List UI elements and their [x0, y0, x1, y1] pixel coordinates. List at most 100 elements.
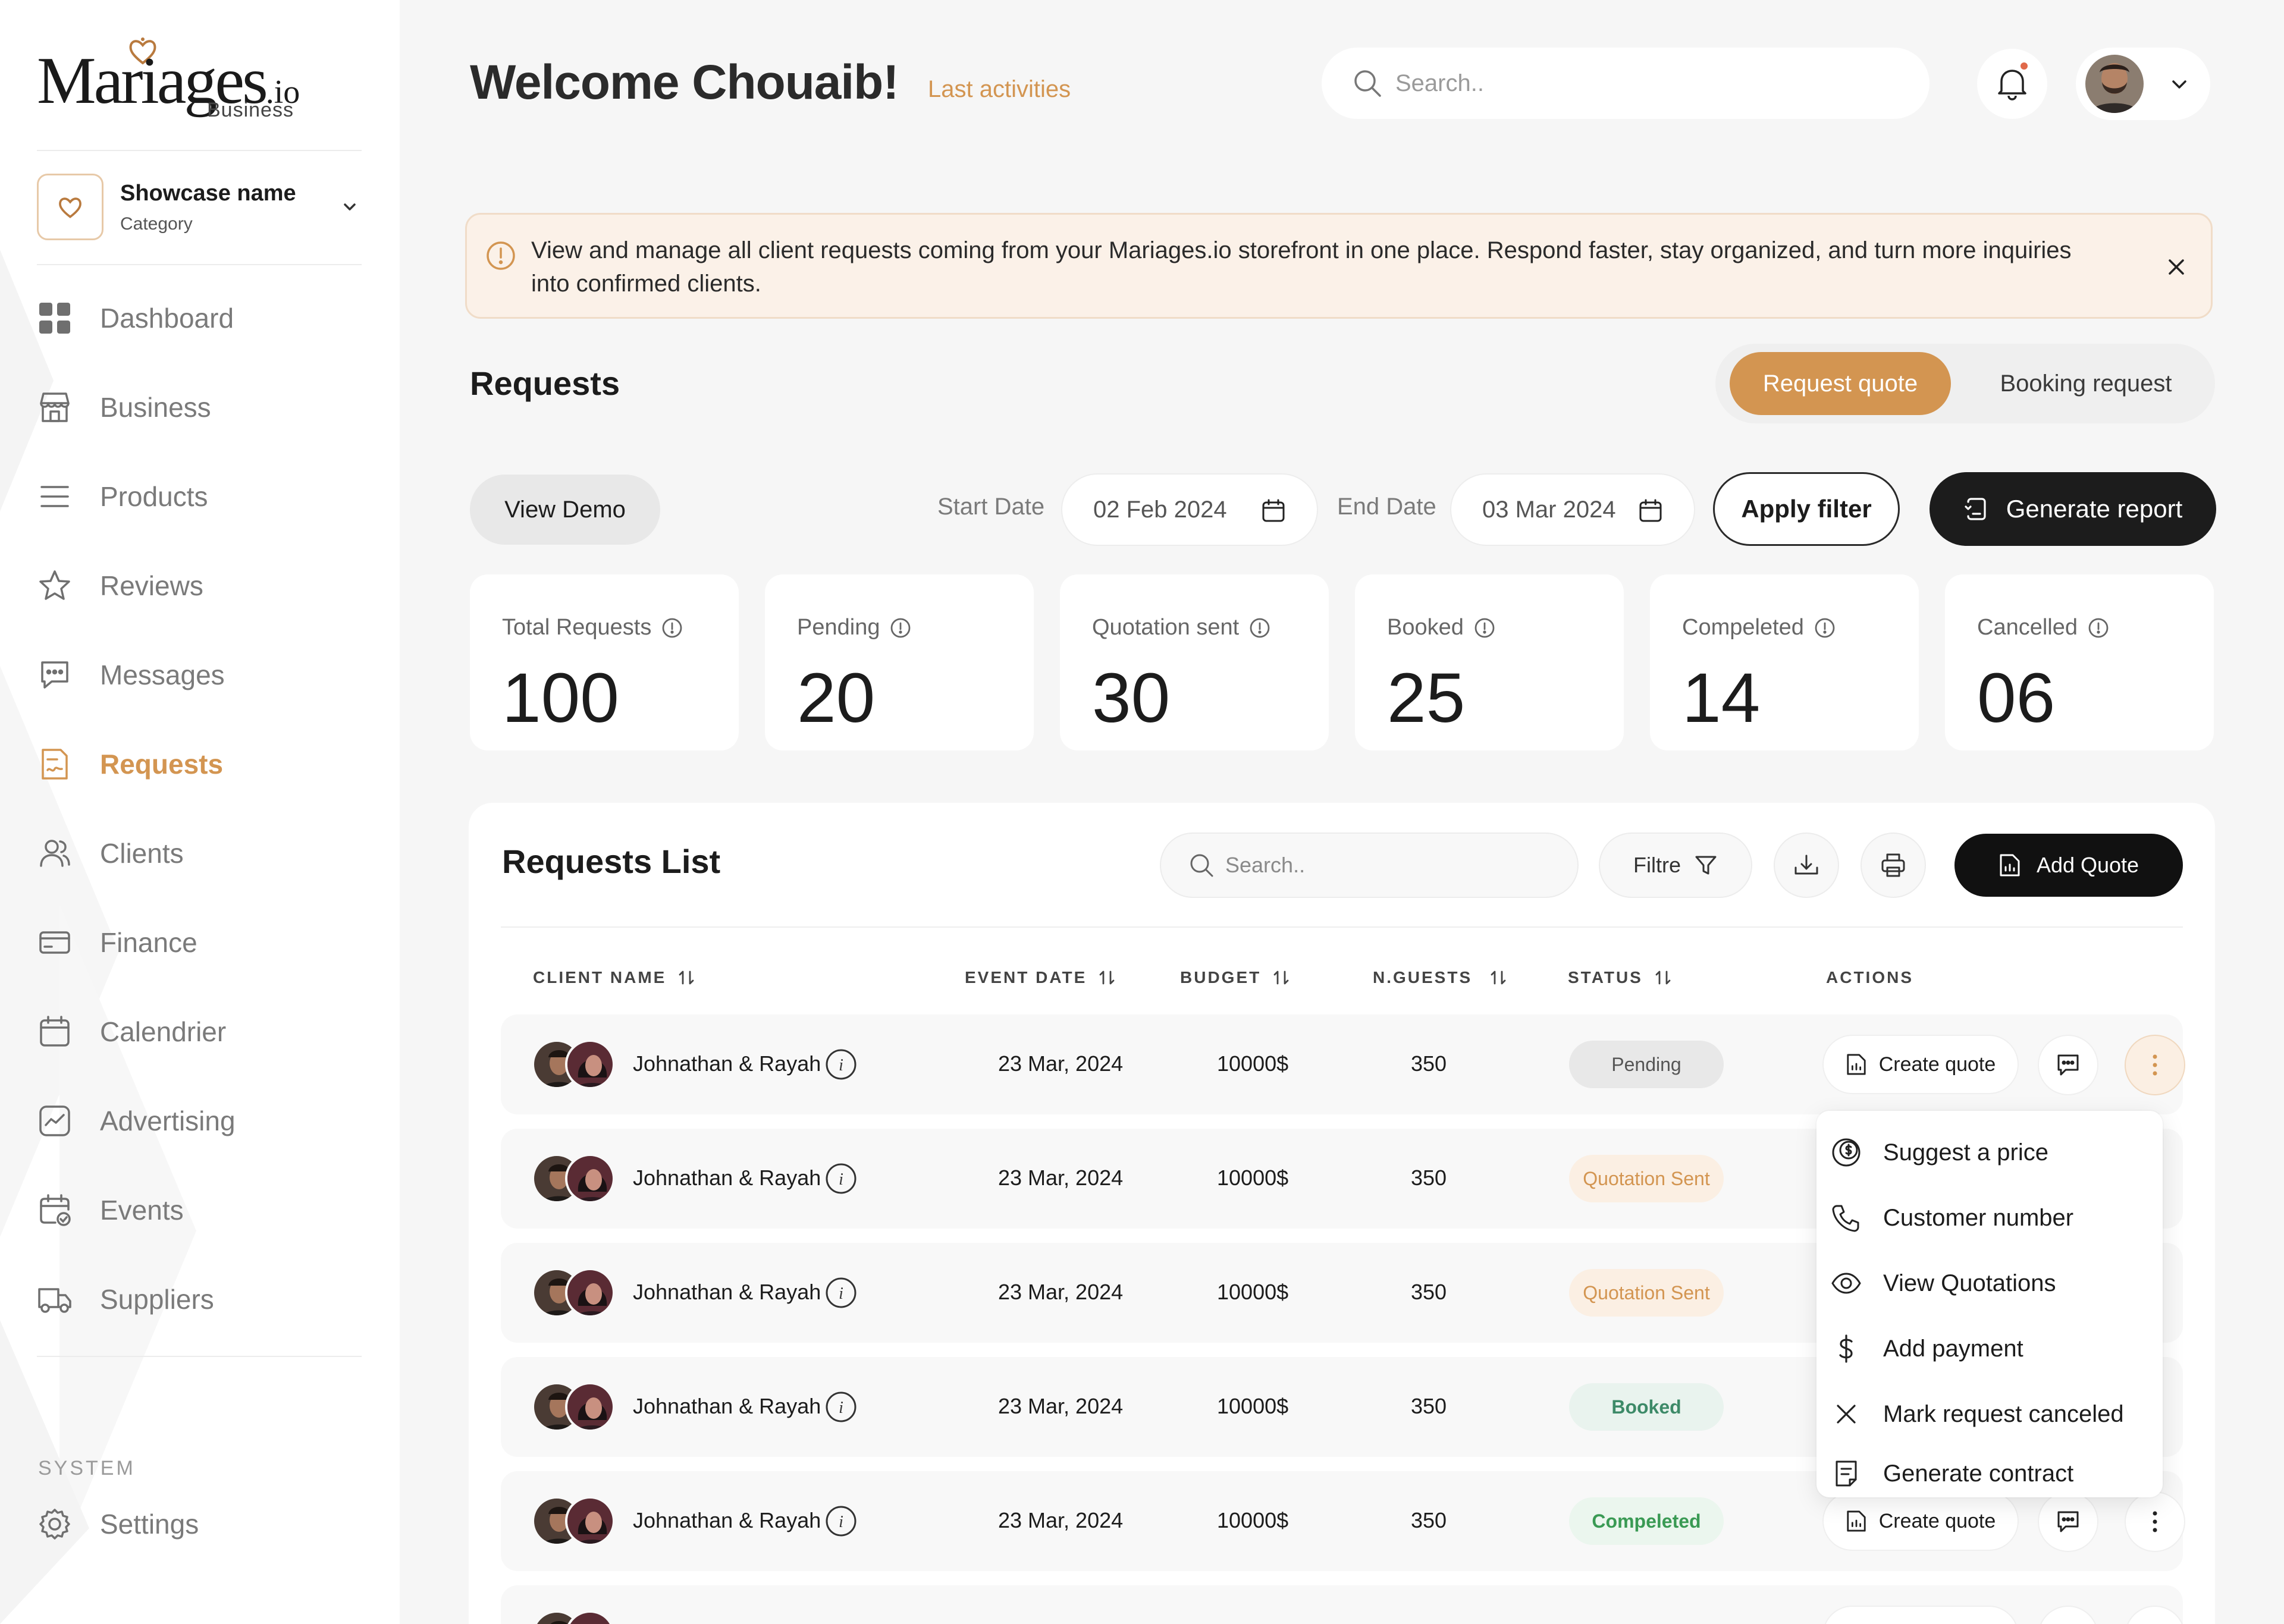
global-search[interactable]	[1322, 48, 1930, 119]
event-date: 23 Mar, 2024	[998, 1280, 1124, 1304]
sidebar-item-calendrier[interactable]: Calendrier	[37, 1005, 370, 1058]
table-row[interactable]	[501, 1585, 2185, 1624]
profile-menu[interactable]	[2076, 48, 2210, 120]
list-search-input[interactable]	[1225, 853, 1558, 878]
sidebar-item-label: Events	[100, 1195, 184, 1226]
end-date-label: End Date	[1337, 494, 1436, 520]
menu-item-add-payment[interactable]: Add payment	[1831, 1319, 2152, 1378]
message-client-button[interactable]	[2038, 1035, 2098, 1095]
status-badge: Quotation Sent	[1569, 1155, 1724, 1202]
client-name: Johnathan & Rayah	[633, 1394, 821, 1418]
guests: 350	[1411, 1394, 1447, 1418]
generate-report-label: Generate report	[2006, 495, 2183, 523]
event-date: 23 Mar, 2024	[998, 1508, 1124, 1532]
sidebar-item-events[interactable]: Events	[37, 1183, 370, 1237]
message-client-button[interactable]	[2038, 1606, 2098, 1624]
column-header-status[interactable]: STATUS	[1568, 968, 1673, 987]
svg-text:i: i	[839, 1284, 843, 1303]
showcase-selector[interactable]: Showcase name Category	[37, 174, 362, 243]
menu-item-mark-canceled[interactable]: Mark request canceled	[1831, 1384, 2152, 1444]
more-actions-button[interactable]	[2125, 1035, 2185, 1095]
sidebar-item-reviews[interactable]: Reviews	[37, 559, 370, 612]
brand-logo[interactable]: Mariages.io Business	[37, 37, 300, 126]
table-row[interactable]: Johnathan & Rayah i 23 Mar, 2024 10000$ …	[501, 1014, 2185, 1114]
showcase-logo	[37, 174, 103, 240]
column-header-client-name[interactable]: CLIENT NAME	[533, 968, 696, 987]
info-icon[interactable]	[661, 617, 683, 639]
info-icon[interactable]: i	[824, 1048, 858, 1081]
sidebar-item-suppliers[interactable]: Suppliers	[37, 1273, 370, 1326]
filter-button[interactable]: Filtre	[1599, 833, 1752, 898]
generate-report-button[interactable]: Generate report	[1930, 472, 2216, 546]
print-button[interactable]	[1861, 833, 1926, 898]
end-date-picker[interactable]: 03 Mar 2024	[1450, 473, 1695, 546]
close-icon[interactable]	[2163, 254, 2189, 280]
info-icon[interactable]	[889, 617, 912, 639]
sidebar-item-dashboard[interactable]: Dashboard	[37, 291, 370, 345]
tab-booking-request[interactable]: Booking request	[1970, 352, 2202, 415]
page-title: Welcome Chouaib!	[470, 55, 899, 109]
sidebar-item-settings[interactable]: Settings	[37, 1497, 370, 1551]
apply-filter-button[interactable]: Apply filter	[1713, 472, 1900, 546]
start-date-picker[interactable]: 02 Feb 2024	[1061, 473, 1318, 546]
sidebar-item-label: Dashboard	[100, 303, 234, 334]
message-client-button[interactable]	[2038, 1491, 2098, 1552]
view-demo-button[interactable]: View Demo	[470, 475, 660, 545]
info-icon[interactable]	[1248, 617, 1271, 639]
sidebar-item-requests[interactable]: Requests	[37, 737, 370, 791]
sidebar-divider	[37, 264, 362, 265]
info-banner: View and manage all client requests comi…	[465, 213, 2213, 319]
column-header-event-date[interactable]: EVENT DATE	[965, 968, 1116, 987]
create-quote-button[interactable]: Create quote	[1822, 1491, 2019, 1551]
info-icon[interactable]	[1473, 617, 1496, 639]
info-icon[interactable]	[2087, 617, 2110, 639]
status-badge: Pending	[1569, 1041, 1724, 1088]
more-actions-button[interactable]	[2125, 1491, 2185, 1552]
avatar	[565, 1496, 615, 1546]
status-badge: Booked	[1569, 1383, 1724, 1431]
sidebar-item-advertising[interactable]: Advertising	[37, 1094, 370, 1148]
event-date: 23 Mar, 2024	[998, 1166, 1124, 1190]
chevron-down-icon[interactable]	[338, 195, 362, 219]
list-search[interactable]	[1160, 833, 1579, 898]
menu-item-generate-contract[interactable]: Generate contract	[1831, 1450, 2152, 1497]
calendar-icon	[37, 1014, 73, 1050]
notifications-button[interactable]	[1977, 49, 2047, 119]
download-button[interactable]	[1774, 833, 1839, 898]
column-header-actions: ACTIONS	[1826, 968, 1913, 987]
stat-card-completed: Compeleted 14	[1650, 574, 1919, 750]
menu-item-view-quotations[interactable]: View Quotations	[1831, 1254, 2152, 1313]
column-header-guests[interactable]: N.GUESTS	[1373, 968, 1508, 987]
search-input[interactable]	[1395, 70, 1871, 97]
stat-card-quotation-sent: Quotation sent 30	[1060, 574, 1329, 750]
info-icon[interactable]: i	[824, 1390, 858, 1424]
menu-item-suggest-price[interactable]: Suggest a price	[1831, 1123, 2152, 1182]
info-icon[interactable]: i	[824, 1276, 858, 1309]
info-icon[interactable]: i	[824, 1162, 858, 1195]
stat-label: Compeleted	[1682, 615, 1836, 640]
add-quote-button[interactable]: Add Quote	[1954, 834, 2183, 897]
stat-value: 100	[502, 659, 619, 737]
download-icon	[1794, 855, 1818, 875]
sidebar-item-business[interactable]: Business	[37, 381, 370, 434]
column-header-budget[interactable]: BUDGET	[1180, 968, 1291, 987]
create-quote-button[interactable]: Create quote	[1822, 1035, 2019, 1094]
sort-icon	[1491, 970, 1506, 985]
sidebar-item-messages[interactable]: Messages	[37, 648, 370, 702]
tab-request-quote[interactable]: Request quote	[1730, 352, 1951, 415]
client-avatars	[532, 1039, 621, 1089]
end-date-value: 03 Mar 2024	[1482, 496, 1616, 523]
info-icon[interactable]	[1814, 617, 1836, 639]
create-quote-button[interactable]	[1822, 1606, 2019, 1624]
sidebar-item-finance[interactable]: Finance	[37, 916, 370, 969]
stat-label: Quotation sent	[1092, 615, 1271, 640]
menu-item-customer-number[interactable]: Customer number	[1831, 1188, 2152, 1248]
sidebar-item-label: Advertising	[100, 1105, 236, 1136]
sidebar-item-products[interactable]: Products	[37, 470, 370, 523]
sidebar-item-clients[interactable]: Clients	[37, 827, 370, 880]
stat-card-booked: Booked 25	[1355, 574, 1624, 750]
info-icon[interactable]: i	[824, 1504, 858, 1538]
client-name: Johnathan & Rayah	[633, 1166, 821, 1190]
last-activities-link[interactable]: Last activities	[928, 76, 1071, 103]
more-actions-button[interactable]	[2125, 1606, 2185, 1624]
